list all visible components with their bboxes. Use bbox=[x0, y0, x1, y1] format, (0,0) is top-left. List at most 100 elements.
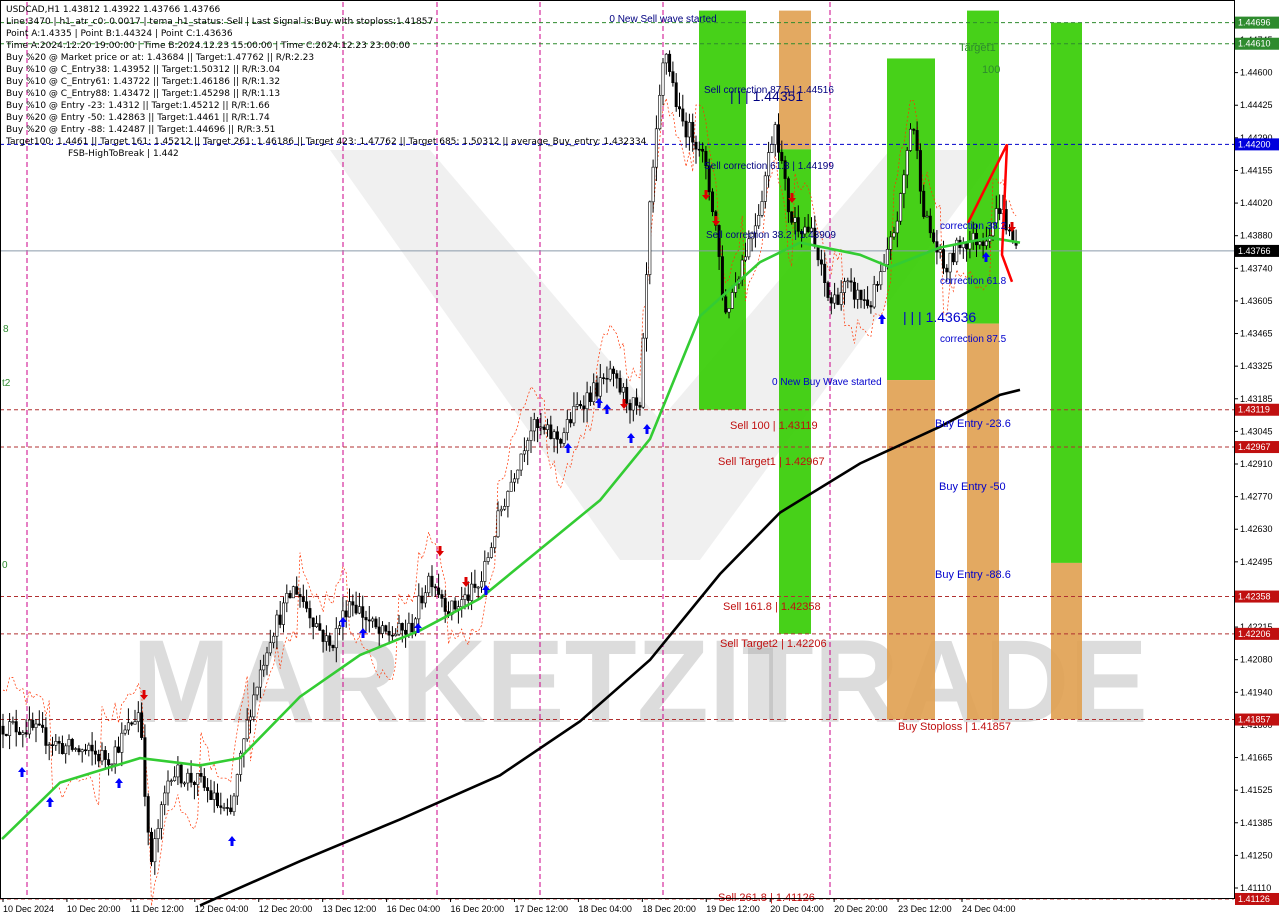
info-line: Buy %10 @ C_Entry88: 1.43472 || Target:1… bbox=[6, 89, 281, 99]
candle-body bbox=[866, 299, 870, 306]
candle-body bbox=[212, 792, 216, 800]
candle-body bbox=[780, 152, 784, 161]
candle-body bbox=[57, 741, 61, 744]
candle-body bbox=[486, 557, 490, 562]
candle-body bbox=[823, 263, 827, 283]
candle-body bbox=[641, 337, 645, 408]
buy-arrow-icon bbox=[878, 314, 886, 324]
candle-body bbox=[410, 622, 414, 633]
candle-body bbox=[826, 282, 830, 298]
candle-body bbox=[24, 732, 28, 735]
candle-body bbox=[661, 62, 665, 96]
candle-body bbox=[252, 694, 256, 718]
candle-body bbox=[595, 382, 599, 397]
candle-body bbox=[668, 53, 672, 72]
candle-body bbox=[483, 561, 487, 582]
candle-body bbox=[113, 746, 117, 765]
chart-annotation: 0 New Buy Wave started bbox=[772, 377, 882, 388]
candle-body bbox=[318, 623, 322, 631]
candle-body bbox=[110, 763, 114, 766]
info-panel: USDCAD,H1 1.43812 1.43922 1.43766 1.4376… bbox=[6, 4, 646, 160]
candle-body bbox=[272, 635, 276, 644]
buy-arrow-icon bbox=[228, 836, 236, 846]
candle-body bbox=[585, 392, 589, 410]
candle-body bbox=[658, 95, 662, 130]
candle-body bbox=[298, 594, 302, 598]
candle-body bbox=[625, 386, 629, 404]
candle-body bbox=[644, 274, 648, 339]
candle-body bbox=[87, 744, 91, 751]
candle-body bbox=[747, 238, 751, 258]
candle-body bbox=[819, 259, 823, 265]
x-tick-label: 10 Dec 20:00 bbox=[67, 904, 121, 914]
y-tick-label: 1.44425 bbox=[1240, 100, 1273, 110]
candle-body bbox=[915, 130, 919, 151]
price-level-tag-label: 1.41857 bbox=[1238, 715, 1271, 725]
candle-body bbox=[11, 721, 15, 723]
y-tick-label: 1.41940 bbox=[1240, 687, 1273, 697]
y-tick-label: 1.43605 bbox=[1240, 296, 1273, 306]
candle-body bbox=[179, 764, 183, 784]
candle-body bbox=[169, 780, 173, 782]
candle-body bbox=[499, 508, 503, 512]
candle-body bbox=[225, 807, 229, 809]
candle-body bbox=[295, 586, 299, 595]
candle-body bbox=[846, 280, 850, 283]
candle-body bbox=[31, 719, 35, 728]
candle-body bbox=[93, 750, 97, 755]
candle-body bbox=[400, 623, 404, 631]
candle-body bbox=[833, 294, 837, 304]
buy-arrow-icon bbox=[46, 797, 54, 807]
candle-body bbox=[136, 712, 140, 722]
candle-body bbox=[50, 744, 54, 746]
candle-body bbox=[100, 750, 104, 762]
candle-body bbox=[908, 128, 912, 151]
y-tick-label: 1.44020 bbox=[1240, 198, 1273, 208]
candle-body bbox=[664, 53, 668, 64]
candle-body bbox=[684, 120, 688, 138]
y-tick-label: 1.42630 bbox=[1240, 524, 1273, 534]
candle-body bbox=[618, 377, 622, 393]
candle-body bbox=[80, 749, 84, 753]
candle-body bbox=[311, 617, 315, 627]
y-tick-label: 1.44600 bbox=[1240, 68, 1273, 78]
candle-body bbox=[186, 772, 190, 784]
candle-body bbox=[249, 716, 253, 721]
candle-body bbox=[879, 271, 883, 286]
y-tick-label: 1.44155 bbox=[1240, 165, 1273, 175]
y-tick-label: 1.41525 bbox=[1240, 785, 1273, 795]
candle-body bbox=[532, 419, 536, 432]
y-tick-label: 1.41665 bbox=[1240, 753, 1273, 763]
candle-body bbox=[163, 792, 167, 805]
y-tick-label: 1.42495 bbox=[1240, 557, 1273, 567]
candle-body bbox=[998, 208, 1002, 215]
price-level-tag-label: 1.44200 bbox=[1238, 139, 1271, 149]
candle-body bbox=[331, 645, 335, 649]
candle-body bbox=[512, 478, 516, 483]
candle-body bbox=[727, 308, 731, 313]
candle-body bbox=[539, 426, 543, 429]
candle-body bbox=[427, 575, 431, 594]
candle-body bbox=[588, 392, 592, 402]
candle-body bbox=[159, 804, 163, 829]
candle-body bbox=[856, 289, 860, 300]
chart-annotation: Sell correction 61.8 | 1.44199 bbox=[704, 161, 834, 172]
candle-body bbox=[598, 377, 602, 397]
candle-body bbox=[928, 215, 932, 234]
candle-body bbox=[34, 723, 38, 728]
candle-body bbox=[397, 623, 401, 635]
chart-annotation: Target1 bbox=[959, 42, 996, 54]
candle-body bbox=[489, 547, 493, 558]
price-level-tag-label: 1.42206 bbox=[1238, 629, 1271, 639]
candle-body bbox=[387, 630, 391, 636]
candle-body bbox=[440, 594, 444, 599]
candle-body bbox=[120, 732, 124, 753]
candle-body bbox=[536, 419, 540, 429]
candle-body bbox=[951, 252, 955, 263]
candle-body bbox=[743, 256, 747, 261]
candle-body bbox=[978, 241, 982, 246]
candle-body bbox=[519, 453, 523, 471]
candle-body bbox=[453, 600, 457, 610]
candle-body bbox=[103, 750, 107, 760]
candle-body bbox=[651, 166, 655, 203]
